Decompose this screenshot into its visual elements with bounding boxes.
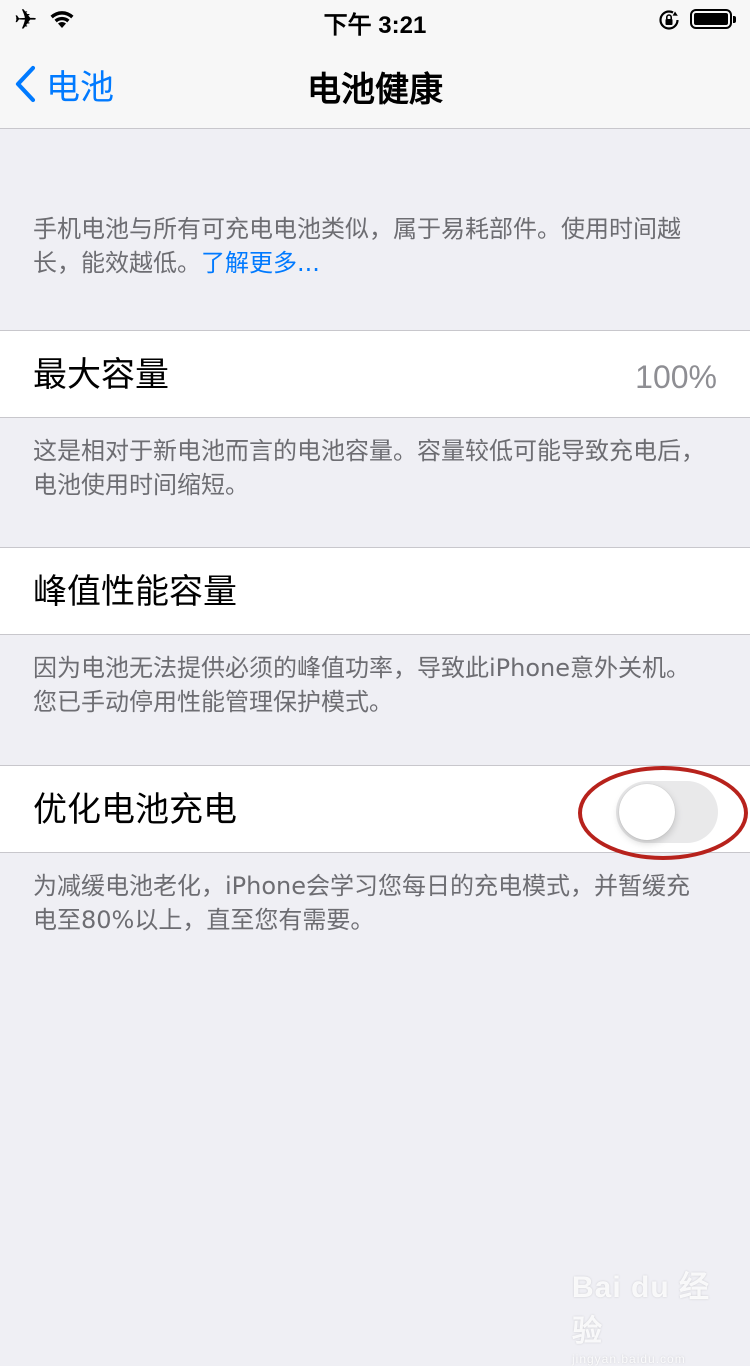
battery-nub <box>733 16 736 23</box>
orientation-lock-icon <box>659 10 679 30</box>
optimized-charging-footnote: 为减缓电池老化，iPhone会学习您每日的充电模式，并暂缓充电至80%以上，直至… <box>33 872 691 934</box>
optimized-charging-cell: 优化电池充电 <box>0 765 750 853</box>
navigation-bar: 电池 电池健康 <box>0 40 750 129</box>
watermark-main: Bai du 经验 <box>572 1271 711 1348</box>
status-bar: ✈ 下午 3:21 <box>0 0 750 40</box>
page-title: 电池健康 <box>307 70 443 110</box>
peak-performance-cell: 峰值性能容量 <box>0 547 750 635</box>
status-time: 下午 3:21 <box>323 12 427 39</box>
watermark-logo: Bai du 经验 jingyan.baidu.com <box>572 1262 722 1366</box>
optimized-charging-toggle[interactable] <box>616 781 718 843</box>
watermark-sub: jingyan.baidu.com <box>572 1352 686 1366</box>
intro-text: 手机电池与所有可充电电池类似，属于易耗部件。使用时间越长，能效越低。 <box>33 215 681 277</box>
toggle-knob <box>619 784 675 840</box>
battery-icon <box>690 9 736 29</box>
max-capacity-cell: 最大容量 100% <box>0 330 750 418</box>
max-capacity-value: 100% <box>635 359 717 395</box>
max-capacity-footnote: 这是相对于新电池而言的电池容量。容量较低可能导致充电后，电池使用时间缩短。 <box>33 437 705 499</box>
max-capacity-label: 最大容量 <box>33 355 169 395</box>
intro-footnote: 手机电池与所有可充电电池类似，属于易耗部件。使用时间越长，能效越低。了解更多..… <box>33 212 713 280</box>
battery-fill <box>694 13 728 25</box>
optimized-charging-label: 优化电池充电 <box>33 790 237 830</box>
learn-more-link[interactable]: 了解更多... <box>201 249 320 277</box>
peak-performance-label: 峰值性能容量 <box>33 572 237 612</box>
peak-performance-footnote: 因为电池无法提供必须的峰值功率，导致此iPhone意外关机。您已手动停用性能管理… <box>33 654 691 716</box>
